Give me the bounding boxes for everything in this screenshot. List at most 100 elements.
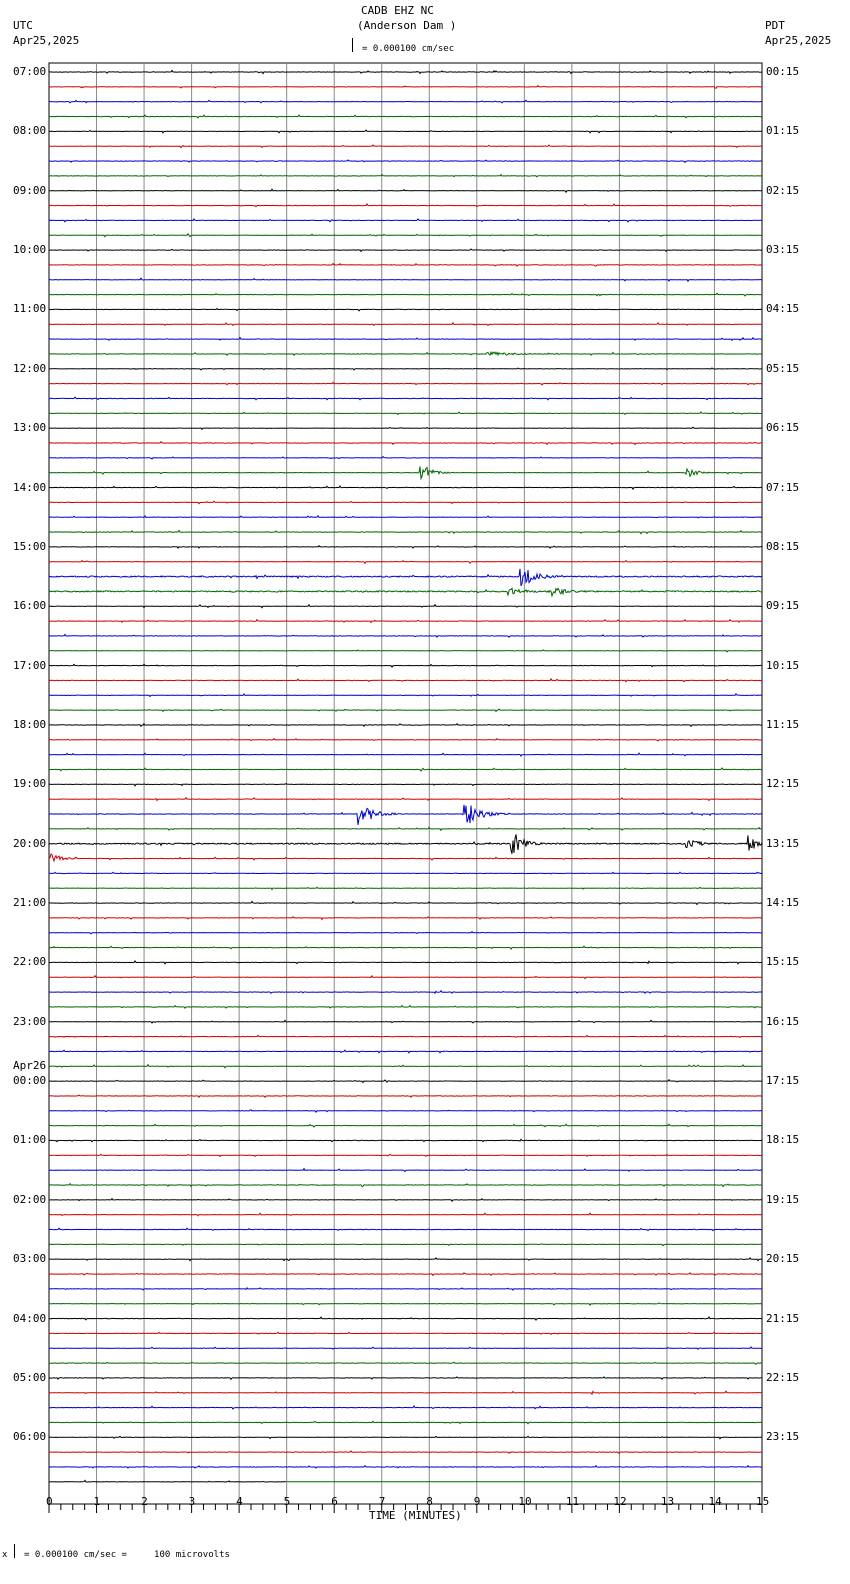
trace-line	[48, 262, 763, 268]
trace-line	[48, 1464, 763, 1469]
trace-line	[49, 248, 763, 253]
trace-line	[48, 1405, 763, 1410]
x-tick-label: 7	[378, 1495, 386, 1508]
trace-line	[48, 945, 763, 950]
trace-line	[48, 455, 763, 460]
trace-line	[48, 767, 763, 772]
trace-line	[48, 871, 763, 875]
pdt-hour-label: 05:15	[766, 361, 800, 375]
utc-hour-label: 10:00	[13, 243, 47, 257]
x-tick-label: 4	[236, 1495, 243, 1508]
trace-line	[49, 692, 762, 698]
pdt-hour-label: 14:15	[766, 896, 800, 910]
trace-line	[48, 529, 763, 535]
trace-line	[48, 336, 763, 342]
trace-line	[49, 1049, 762, 1054]
trace-line	[48, 930, 762, 935]
utc-hour-label: 04:00	[13, 1311, 47, 1325]
trace-line	[48, 217, 763, 223]
trace-line	[49, 663, 763, 668]
trace-line	[49, 350, 763, 357]
trace-line	[49, 900, 763, 906]
trace-line	[48, 84, 763, 89]
utc-hour-label: 18:00	[13, 717, 47, 731]
trace-line	[48, 587, 762, 598]
trace-line	[48, 466, 762, 481]
trace-line	[48, 440, 763, 446]
trace-line	[48, 1109, 763, 1114]
trace-line	[48, 618, 763, 624]
trace-line	[48, 202, 763, 208]
pdt-hour-label: 06:15	[766, 421, 800, 435]
pdt-hour-label: 15:15	[766, 955, 800, 969]
trace-line	[48, 1243, 763, 1247]
trace-line	[48, 1390, 762, 1396]
plot-frame	[48, 62, 763, 1505]
trace-line	[48, 708, 763, 713]
trace-line	[48, 974, 762, 980]
x-tick-label: 11	[565, 1495, 580, 1508]
trace-line	[48, 1302, 762, 1306]
pdt-hour-label: 08:15	[766, 539, 800, 553]
x-tick-label: 10	[518, 1495, 532, 1508]
utc-hour-label: 14:00	[13, 480, 47, 494]
trace-line	[49, 367, 762, 371]
utc-hour-label: 12:00	[13, 361, 47, 375]
pdt-hour-label: 01:15	[766, 124, 800, 138]
trace-line	[48, 796, 763, 802]
trace-line	[48, 959, 763, 965]
utc-hour-label: 15:00	[13, 539, 47, 553]
pdt-hour-label: 18:15	[766, 1133, 800, 1147]
utc-hour-label: 00:00	[13, 1074, 47, 1088]
trace-line	[48, 559, 763, 565]
x-tick-label: 1	[93, 1495, 101, 1508]
pdt-hour-label: 13:15	[766, 836, 800, 850]
trace-line	[49, 1167, 763, 1173]
utc-hour-label: 02:00	[13, 1192, 47, 1206]
trace-line	[48, 1034, 763, 1039]
trace-line	[48, 1123, 763, 1128]
trace-line	[49, 426, 763, 431]
utc-hour-label: 01:00	[13, 1133, 47, 1147]
trace-line	[48, 649, 763, 653]
trace-line	[48, 1212, 762, 1217]
pdt-hour-label: 09:15	[766, 599, 800, 613]
x-tick-label: 3	[188, 1495, 196, 1508]
utc-hour-label: 08:00	[13, 124, 47, 138]
trace-line	[48, 1331, 763, 1335]
trace-line	[48, 485, 763, 491]
trace-line	[48, 292, 762, 297]
pdt-hour-label: 11:15	[766, 717, 800, 731]
trace-line	[49, 411, 763, 416]
utc-hour-label: 22:00	[13, 955, 47, 969]
trace-line	[48, 1019, 762, 1024]
pdt-hour-label: 10:15	[766, 658, 800, 672]
trace-line	[48, 1004, 763, 1010]
trace-line	[48, 144, 762, 149]
trace-line	[49, 989, 763, 995]
utc-hour-label: 03:00	[13, 1252, 47, 1266]
trace-line	[48, 159, 763, 164]
trace-line	[48, 783, 763, 787]
trace-line	[49, 1286, 763, 1291]
x-tick-label: 5	[283, 1495, 291, 1508]
pdt-hour-label: 20:15	[766, 1252, 800, 1266]
trace-line	[48, 173, 763, 178]
trace-line	[48, 916, 763, 921]
trace-line	[48, 1138, 763, 1143]
trace-line	[49, 277, 763, 283]
trace-line	[48, 826, 762, 832]
pdt-hour-label: 03:15	[766, 243, 800, 257]
trace-line	[48, 1435, 762, 1440]
x-tick-label: 14	[708, 1495, 722, 1508]
trace-line	[48, 544, 763, 549]
trace-line	[48, 188, 763, 194]
trace-line	[49, 1153, 762, 1158]
trace-line	[48, 633, 762, 639]
utc-hour-label: 05:00	[13, 1370, 47, 1384]
trace-line	[48, 1256, 763, 1262]
trace-line	[48, 1450, 763, 1455]
x-tick-label: 0	[46, 1495, 53, 1508]
trace-line	[49, 1361, 763, 1366]
pdt-hour-label: 02:15	[766, 183, 800, 197]
